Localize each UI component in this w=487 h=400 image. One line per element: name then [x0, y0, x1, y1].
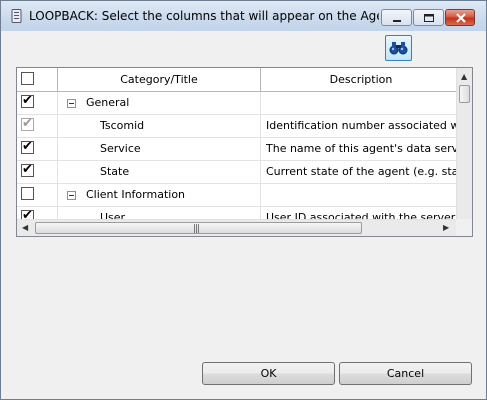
- group-label: General: [86, 96, 130, 109]
- minimize-button[interactable]: [381, 9, 412, 26]
- description-cell: Identification number associated wi: [266, 119, 461, 132]
- group-label: Client Information: [86, 188, 186, 201]
- binoculars-icon: [389, 42, 408, 55]
- row-checkbox-cell[interactable]: ✔: [17, 161, 58, 183]
- check-icon: ✔: [22, 93, 33, 108]
- column-title: State: [100, 165, 130, 178]
- grid-header: Category/Title Description: [17, 68, 456, 92]
- description-cell: The name of this agent's data servic: [266, 142, 461, 155]
- scroll-right-icon[interactable]: ▶: [443, 223, 449, 233]
- vertical-scroll-thumb[interactable]: [459, 85, 470, 103]
- description-cell: [261, 92, 461, 114]
- row-checkbox[interactable]: ✔: [21, 93, 34, 108]
- table-row[interactable]: ✔ General: [17, 92, 456, 115]
- find-button[interactable]: [385, 35, 412, 61]
- table-row[interactable]: Client Information: [17, 184, 456, 207]
- minimize-icon: [393, 20, 401, 22]
- category-cell[interactable]: Service: [58, 138, 261, 160]
- check-icon: ✔: [22, 116, 33, 131]
- row-checkbox[interactable]: ✔: [21, 139, 34, 154]
- row-checkbox-cell[interactable]: ✔: [17, 138, 58, 160]
- app-icon: [11, 9, 22, 23]
- category-cell[interactable]: General: [58, 92, 261, 114]
- check-icon: ✔: [22, 139, 33, 154]
- description-cell: [261, 184, 461, 206]
- check-icon: ✔: [22, 162, 33, 177]
- table-row[interactable]: ✔ Service The name of this agent's data …: [17, 138, 461, 161]
- header-select-all[interactable]: [17, 68, 58, 91]
- scrollbar-corner: [456, 219, 472, 236]
- table-row[interactable]: ✔ State Current state of the agent (e.g.…: [17, 161, 461, 184]
- row-checkbox-cell[interactable]: [17, 184, 58, 206]
- description-cell: Current state of the agent (e.g. start: [266, 165, 461, 178]
- scroll-up-icon[interactable]: ▲: [461, 72, 467, 82]
- ok-button[interactable]: OK: [202, 362, 335, 385]
- row-checkbox[interactable]: [21, 187, 34, 200]
- cancel-button[interactable]: Cancel: [339, 362, 472, 385]
- title-bar[interactable]: LOOPBACK: Select the columns that will a…: [1, 1, 486, 31]
- grid-rows: ✔ General ✔ Tscomid Identification numbe…: [17, 92, 461, 230]
- column-title: Service: [100, 142, 141, 155]
- grip-icon: |||: [193, 224, 200, 234]
- scroll-left-icon[interactable]: ◀: [22, 223, 28, 233]
- row-checkbox[interactable]: ✔: [21, 162, 34, 177]
- row-checkbox-cell[interactable]: ✔: [17, 115, 58, 137]
- horizontal-scroll-thumb[interactable]: |||: [35, 222, 362, 234]
- maximize-icon: [424, 14, 434, 22]
- category-cell[interactable]: State: [58, 161, 261, 183]
- close-icon: [456, 13, 466, 23]
- column-title: Tscomid: [100, 119, 145, 132]
- select-all-checkbox[interactable]: [21, 72, 34, 85]
- maximize-button[interactable]: [413, 9, 444, 26]
- table-row[interactable]: ✔ Tscomid Identification number associat…: [17, 115, 461, 138]
- header-category-title[interactable]: Category/Title: [58, 68, 261, 91]
- close-button[interactable]: [445, 9, 475, 26]
- window-title: LOOPBACK: Select the columns that will a…: [29, 9, 379, 23]
- row-checkbox-disabled: ✔: [21, 116, 34, 131]
- category-cell[interactable]: Client Information: [58, 184, 261, 206]
- collapse-icon[interactable]: [67, 191, 76, 200]
- row-checkbox-cell[interactable]: ✔: [17, 92, 58, 114]
- category-cell[interactable]: Tscomid: [58, 115, 261, 137]
- vertical-scrollbar[interactable]: ▲: [456, 68, 472, 219]
- columns-grid[interactable]: Category/Title Description ✔ General ✔ T…: [16, 67, 473, 237]
- dialog-window: LOOPBACK: Select the columns that will a…: [0, 0, 487, 400]
- collapse-icon[interactable]: [67, 99, 76, 108]
- horizontal-scrollbar[interactable]: ◀ ||| ▶: [17, 219, 456, 236]
- header-description[interactable]: Description: [261, 68, 461, 91]
